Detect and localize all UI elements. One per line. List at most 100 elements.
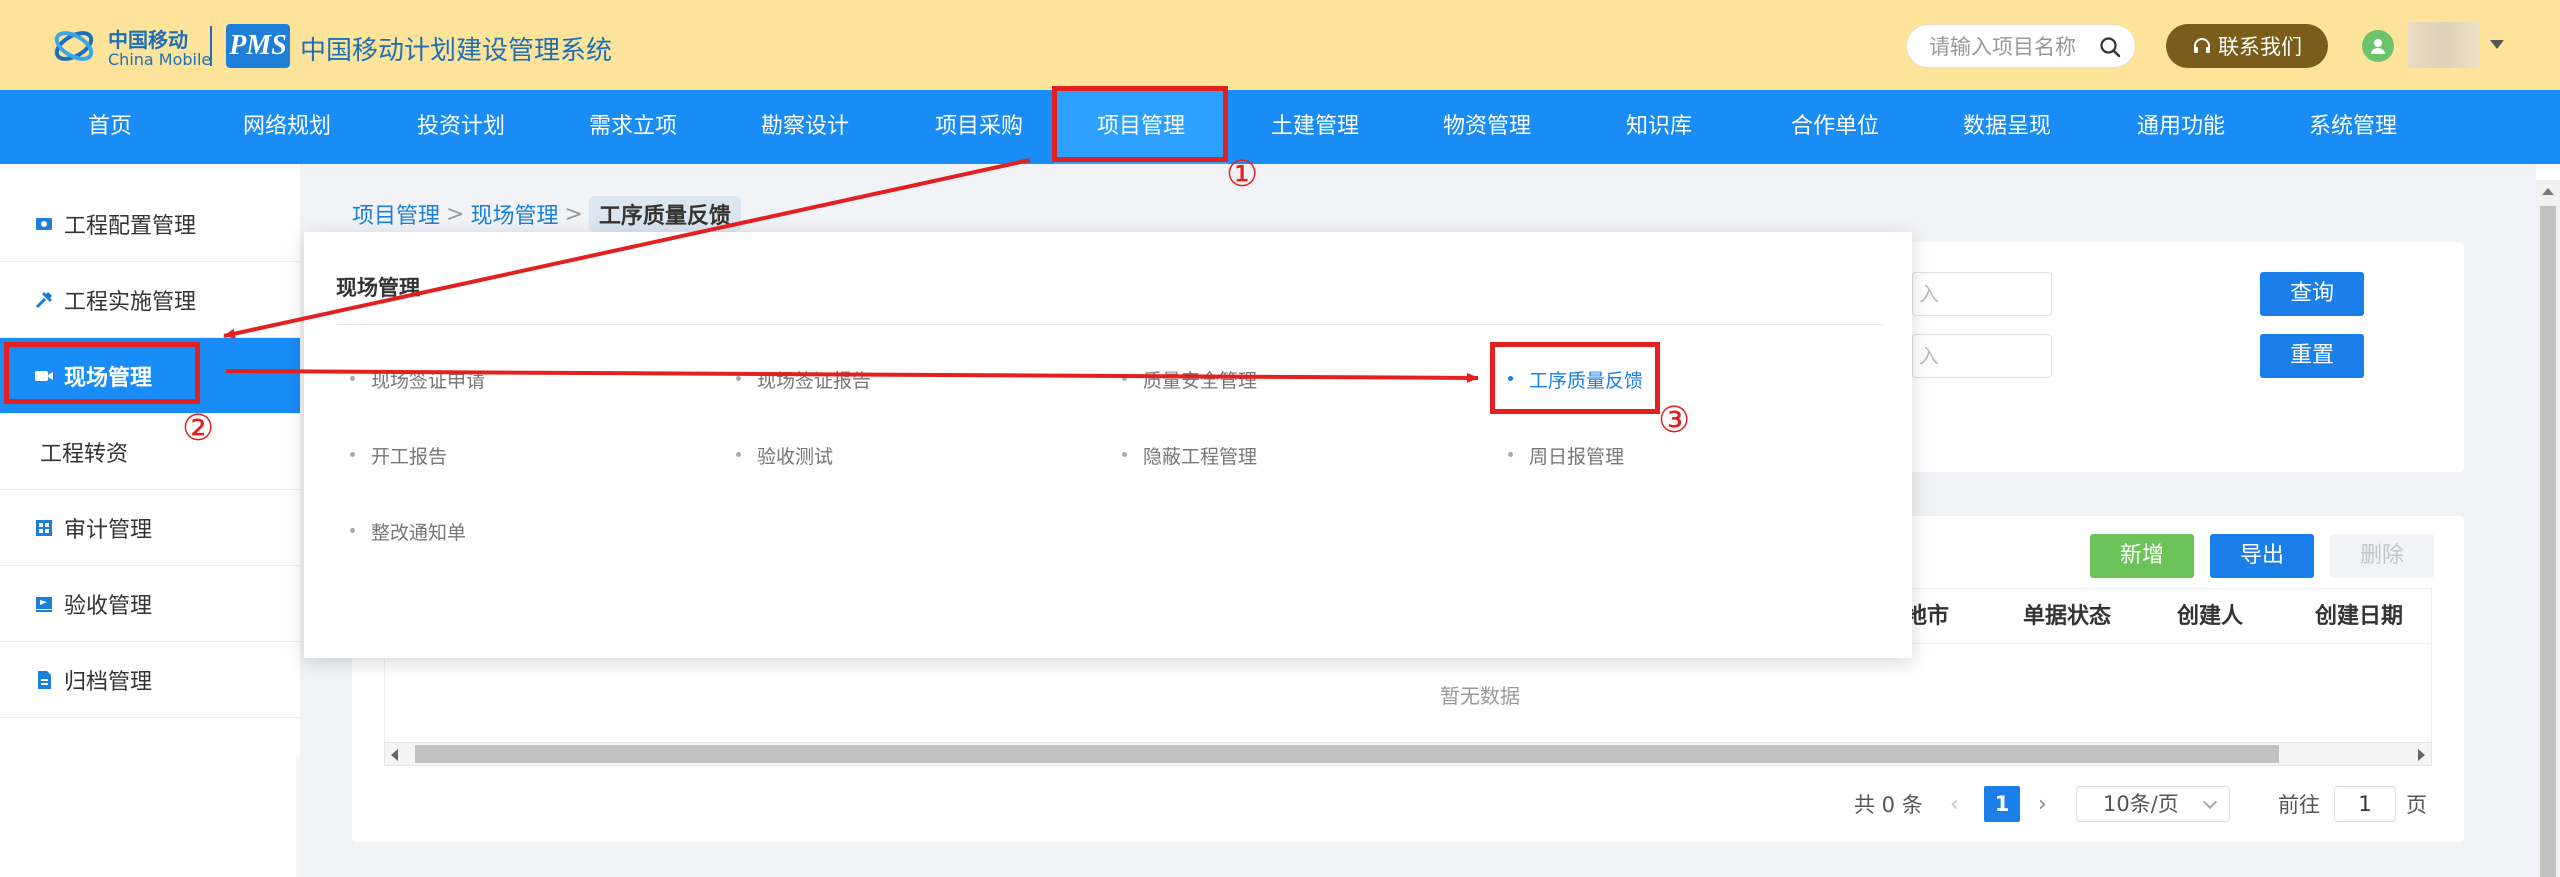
table-body [384,644,2432,744]
nav-item-data-display[interactable]: 数据呈现 [1942,90,2072,164]
system-title: 中国移动计划建设管理系统 [300,36,613,66]
delete-button[interactable]: 删除 [2330,534,2434,578]
site-management-dropdown: 现场管理 现场签证申请 现场签证报告 质量安全管理 工序质量反馈 开工报告 验收… [304,232,1912,658]
menu-item-label: 整改通知单 [371,522,467,544]
scroll-right-icon[interactable] [2418,749,2425,761]
query-button[interactable]: 查询 [2260,272,2364,316]
user-icon [2371,39,2385,54]
dropdown-divider [336,324,1884,325]
settings-icon [36,217,52,230]
nav-item-civil-engineering[interactable]: 土建管理 [1250,90,1380,164]
search-input[interactable] [1929,33,2099,61]
document-icon [38,670,51,689]
add-button[interactable]: 新增 [2090,534,2194,578]
sidebar-item-site-management[interactable]: 现场管理 [0,338,300,414]
sidebar-item-engineering-config[interactable]: 工程配置管理 [0,186,300,262]
filter-input-2[interactable]: 入 [1912,334,2052,378]
filter-input-1[interactable]: 入 [1912,272,2052,316]
goto-label: 前往 [2278,793,2320,817]
flag-icon [36,596,52,612]
menu-item-weekly-daily-report[interactable]: 周日报管理 [1508,442,1624,469]
scroll-up-icon[interactable] [2542,188,2554,195]
project-search[interactable] [1906,24,2136,68]
menu-item-acceptance-test[interactable]: 验收测试 [736,442,833,469]
page-number[interactable]: 1 [1984,786,2020,822]
tools-icon [35,291,53,308]
brand-cn: 中国移动 [108,28,188,52]
search-icon[interactable] [2099,36,2121,58]
menu-item-rectification-notice[interactable]: 整改通知单 [350,518,466,545]
nav-item-common-functions[interactable]: 通用功能 [2116,90,2246,164]
scrollbar-thumb[interactable] [2540,206,2556,877]
page-size-select[interactable]: 10条/页 [2076,786,2230,822]
menu-item-process-quality-feedback[interactable]: 工序质量反馈 [1508,366,1643,393]
contact-us-button[interactable]: 联系我们 [2166,24,2328,68]
nav-item-system-management[interactable]: 系统管理 [2288,90,2418,164]
menu-item-start-report[interactable]: 开工报告 [350,442,447,469]
bullet-icon [736,376,741,381]
menu-item-label: 工序质量反馈 [1529,370,1644,392]
next-page-icon[interactable]: › [2038,786,2047,824]
column-header-created-date[interactable]: 创建日期 [2315,589,2403,645]
goto-page-input[interactable]: 1 [2334,786,2396,822]
reset-button[interactable]: 重置 [2260,334,2364,378]
chevron-down-icon[interactable] [2490,40,2504,49]
scroll-left-icon[interactable] [391,749,398,761]
menu-item-label: 验收测试 [757,446,834,468]
china-mobile-logo[interactable]: 中国移动 China Mobile [52,24,212,69]
breadcrumb: 项目管理 > 现场管理 > 工序质量反馈 [352,196,741,232]
bullet-icon [1508,376,1513,381]
sidebar-item-label: 工程转资 [40,441,129,467]
menu-item-site-visa-application[interactable]: 现场签证申请 [350,366,485,393]
horizontal-scrollbar[interactable] [384,742,2432,766]
grid-icon [36,519,52,536]
menu-item-site-visa-report[interactable]: 现场签证报告 [736,366,871,393]
menu-item-label: 开工报告 [371,446,448,468]
vertical-scrollbar[interactable] [2536,180,2560,877]
user-avatar[interactable] [2362,30,2394,62]
prev-page-icon[interactable]: ‹ [1950,786,1959,824]
sidebar-item-capital-transfer[interactable]: 工程转资 [0,414,300,490]
column-header-creator[interactable]: 创建人 [2177,589,2243,645]
sidebar-item-archive[interactable]: 归档管理 [0,642,300,718]
breadcrumb-current: 工序质量反馈 [588,196,741,232]
breadcrumb-item-project-management[interactable]: 项目管理 [352,198,440,230]
camera-icon [35,370,53,381]
brand-en: China Mobile [108,50,212,69]
pagination-total: 共 0 条 [1854,793,1923,817]
menu-item-concealed-works[interactable]: 隐蔽工程管理 [1122,442,1257,469]
bullet-icon [1122,452,1127,457]
nav-item-knowledge-base[interactable]: 知识库 [1604,90,1714,164]
nav-item-partners[interactable]: 合作单位 [1770,90,1900,164]
nav-item-network-planning[interactable]: 网络规划 [222,90,352,164]
nav-item-investment-plan[interactable]: 投资计划 [396,90,526,164]
sidebar-item-audit[interactable]: 审计管理 [0,490,300,566]
headset-icon [2194,38,2210,53]
breadcrumb-item-site-management[interactable]: 现场管理 [470,198,558,230]
nav-item-survey-design[interactable]: 勘察设计 [740,90,870,164]
sidebar-item-acceptance[interactable]: 验收管理 [0,566,300,642]
bullet-icon [1508,452,1513,457]
contact-us-label: 联系我们 [2218,35,2302,59]
bullet-icon [350,376,355,381]
logo-divider [210,26,212,66]
bullet-icon [350,528,355,533]
bullet-icon [350,452,355,457]
top-header: 中国移动 China Mobile PMS 中国移动计划建设管理系统 联系我们 [0,0,2560,90]
sidebar-item-label: 审计管理 [64,517,153,543]
sidebar: 工程配置管理 工程实施管理 现场管理 工程转资 审计管理 验收管理 归档管理 [0,164,300,877]
nav-item-materials[interactable]: 物资管理 [1422,90,1552,164]
sidebar-item-label: 验收管理 [64,593,153,619]
column-header-status[interactable]: 单据状态 [2023,589,2111,645]
scrollbar-thumb[interactable] [415,745,2279,763]
menu-item-quality-safety[interactable]: 质量安全管理 [1122,366,1257,393]
menu-item-label: 隐蔽工程管理 [1143,446,1258,468]
export-button[interactable]: 导出 [2210,534,2314,578]
bullet-icon [736,452,741,457]
nav-item-home[interactable]: 首页 [58,90,162,164]
sidebar-item-engineering-implementation[interactable]: 工程实施管理 [0,262,300,338]
user-name-redacted[interactable] [2408,22,2480,68]
nav-item-project-management[interactable]: 项目管理 [1054,90,1228,164]
nav-item-demand-approval[interactable]: 需求立项 [568,90,698,164]
nav-item-procurement[interactable]: 项目采购 [914,90,1044,164]
